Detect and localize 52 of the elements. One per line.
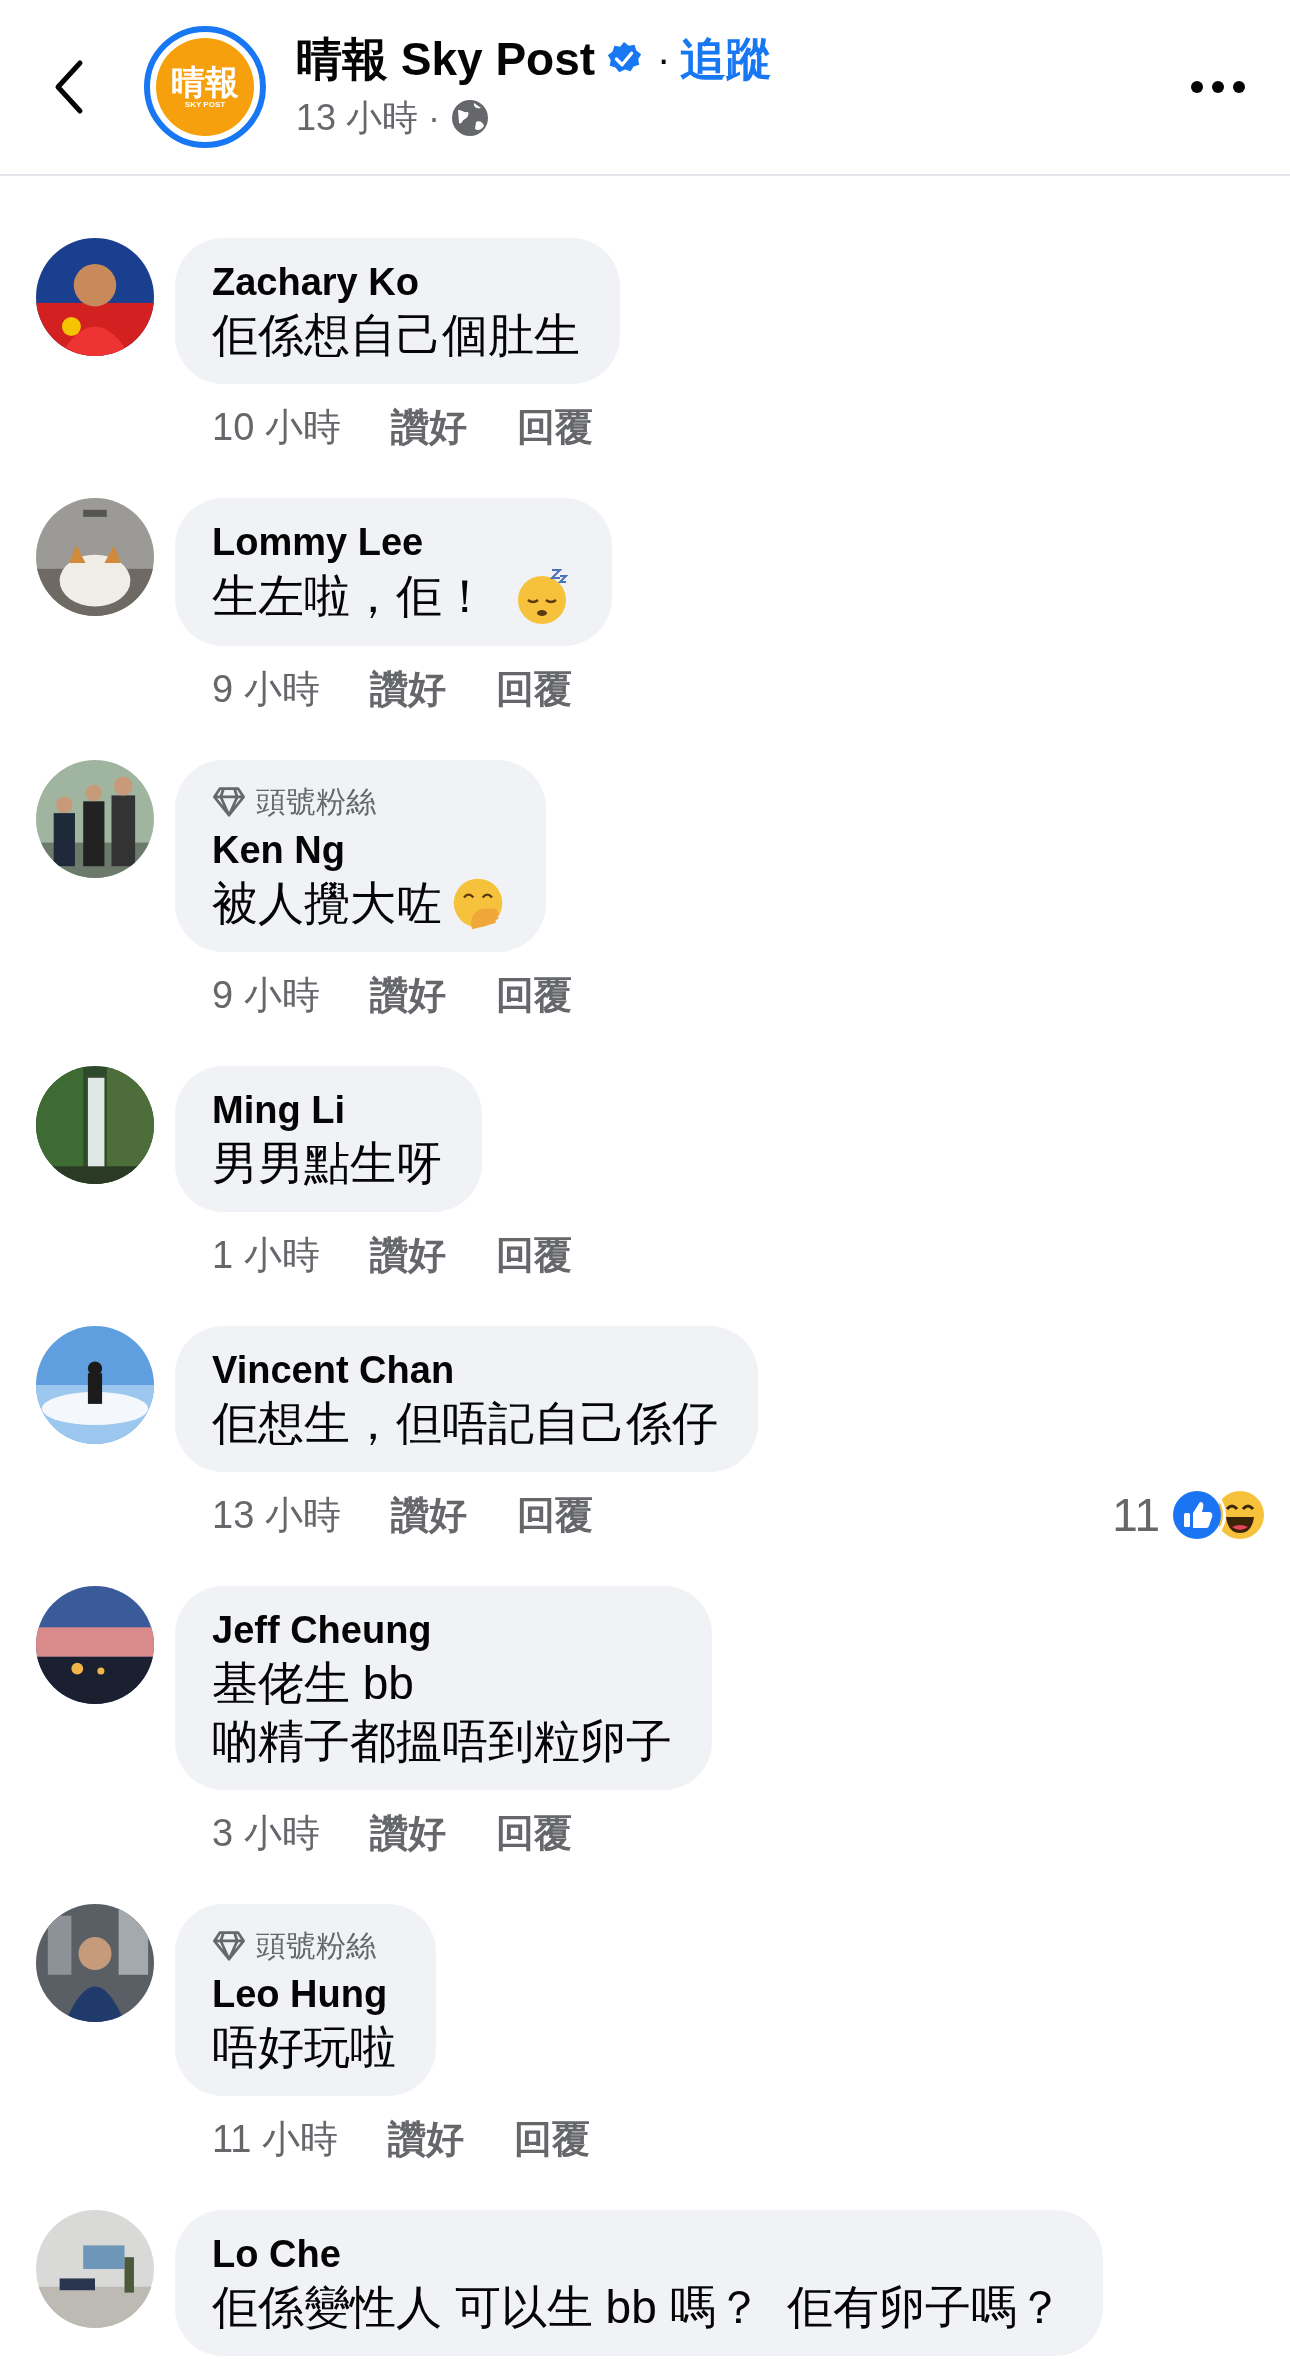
like-link[interactable]: 讚好 [369,660,446,718]
top-fan-label: 頭號粉絲 [256,1928,376,1964]
separator: · [428,96,441,140]
diamond-icon [212,786,246,818]
comment-author[interactable]: Lommy Lee [212,518,572,566]
reply-link[interactable]: 回覆 [516,398,593,456]
like-link[interactable]: 讚好 [390,1486,467,1544]
comment-text: 唔好玩啦 [212,2020,396,2075]
comment-text: 生左啦，佢！ [212,569,488,624]
post-time: 13 小時 [296,96,419,140]
page-name[interactable]: 晴報 Sky Post [296,31,596,87]
comment-time: 10 小時 [212,404,341,450]
separator: · [657,36,671,83]
comment-text: 佢係變性人 可以生 bb 嗎？ 佢有卵子嗎？ [212,2280,1064,2335]
like-link[interactable]: 讚好 [390,398,467,456]
top-fan-label: 頭號粉絲 [256,784,376,820]
reply-link[interactable]: 回覆 [495,966,572,1024]
comment-author[interactable]: Ming Li [212,1086,442,1134]
reply-link[interactable]: 回覆 [516,1486,593,1544]
comment-time: 3 小時 [212,1810,320,1856]
comment-time: 9 小時 [212,972,320,1018]
comment-text: 男男點生呀 [212,1136,442,1191]
reply-link[interactable]: 回覆 [514,2110,590,2168]
logo-text: 晴報 [171,64,239,100]
globe-icon [450,98,491,138]
comment-text: 佢想生，但唔記自己係仔 [212,1396,718,1451]
comment-time: 11 小時 [212,2116,338,2162]
comment-time: 1 小時 [212,1232,320,1278]
comment-author[interactable]: Leo Hung [212,1970,396,2018]
more-icon[interactable] [1190,79,1246,95]
comment-time: 13 小時 [212,1492,341,1538]
comment-text: 被人攪大咗 [212,876,442,931]
comment-time: 9 小時 [212,666,320,712]
comment-author[interactable]: Ken Ng [212,826,506,874]
diamond-icon [212,1930,246,1962]
reply-link[interactable]: 回覆 [495,660,572,718]
reply-link[interactable]: 回覆 [495,1226,572,1284]
comment-author[interactable]: Jeff Cheung [212,1606,672,1654]
follow-link[interactable]: 追蹤 [680,31,773,87]
like-link[interactable]: 讚好 [369,1226,446,1284]
comment-author[interactable]: Zachary Ko [212,258,580,306]
comment-text: 基佬生 bb [212,1656,415,1711]
like-link[interactable]: 讚好 [369,966,446,1024]
comment-author[interactable]: Vincent Chan [212,1346,718,1394]
like-link[interactable]: 讚好 [388,2110,464,2168]
like-link[interactable]: 讚好 [369,1804,446,1862]
comment-text: 佢係想自己個肚生 [212,308,580,363]
logo-subtext: SKY POST [184,100,226,110]
comment-author[interactable]: Lo Che [212,2230,1064,2278]
reply-link[interactable]: 回覆 [495,1804,572,1862]
reaction-count: 11 [1112,1487,1160,1543]
comment-text: 啲精子都搵唔到粒卵子 [212,1714,672,1769]
